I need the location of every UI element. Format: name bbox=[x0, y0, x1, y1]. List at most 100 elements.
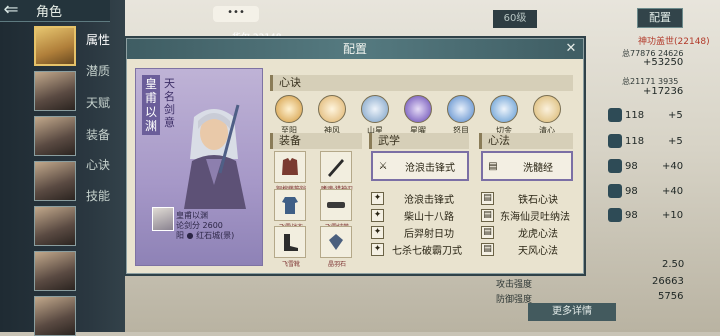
xinjue-slot[interactable]: 清心 bbox=[532, 95, 562, 136]
gem-icon bbox=[329, 234, 343, 250]
avatar-6[interactable] bbox=[34, 251, 76, 291]
xinjue-slot[interactable]: 怒目 bbox=[446, 95, 476, 136]
equip-slot[interactable]: 飞雪靴 bbox=[274, 226, 308, 268]
equip-label: 飞雪靴 bbox=[281, 261, 300, 268]
xinjue-slot[interactable]: 至阳 bbox=[274, 95, 304, 136]
attr-icon bbox=[608, 159, 622, 173]
sidebar-item-attributes[interactable]: 属性 bbox=[86, 31, 110, 48]
equip-slot[interactable]: 铜棉藤筋铠 bbox=[274, 151, 308, 193]
section-wuxue: 武学 bbox=[369, 133, 469, 149]
xinfa-item[interactable]: ▤ 铁石心诀 bbox=[481, 190, 558, 207]
xinfa-item-label: 天风心法 bbox=[518, 246, 558, 257]
attr-icon bbox=[608, 208, 622, 222]
wuxue-item[interactable]: ✦ 后羿射日功 bbox=[371, 224, 454, 241]
row-bonus: +40 bbox=[662, 161, 684, 172]
avatar-3[interactable] bbox=[34, 116, 76, 156]
wuxue-selected-label: 沧浪击锋式 bbox=[405, 162, 455, 174]
avatar-2[interactable] bbox=[34, 71, 76, 111]
defense-label: 防御强度 bbox=[496, 295, 533, 305]
manual-icon: ▤ bbox=[481, 243, 494, 256]
xinjue-slot[interactable]: 神风 bbox=[317, 95, 347, 136]
xinjue-slot[interactable]: 山星 bbox=[360, 95, 390, 136]
sidebar-item-equipment[interactable]: 装备 bbox=[86, 126, 110, 143]
modal-title-text: 配置 bbox=[342, 42, 367, 56]
scroll-icon: ▤ bbox=[488, 160, 498, 172]
section-xinfa: 心法 bbox=[479, 133, 573, 149]
row-value: 118 bbox=[625, 136, 645, 147]
martial-icon: ✦ bbox=[371, 209, 384, 222]
wuxue-selected[interactable]: ⚔ 沧浪击锋式 bbox=[371, 151, 469, 181]
wuxue-item[interactable]: ✦ 沧浪击锋式 bbox=[371, 190, 454, 207]
config-button[interactable]: 配置 bbox=[637, 8, 683, 28]
row-bonus: +5 bbox=[668, 110, 683, 121]
xinfa-selected-label: 洗髓经 bbox=[523, 162, 553, 174]
attack-value: 26663 bbox=[652, 276, 684, 287]
manual-icon: ▤ bbox=[481, 226, 494, 239]
row-value: 98 bbox=[625, 161, 638, 172]
belt-icon bbox=[327, 202, 345, 208]
armor-icon bbox=[282, 158, 298, 175]
wuxue-item[interactable]: ✦ 七杀七破霸刀式 bbox=[371, 241, 462, 258]
equip-slot[interactable]: 飞雪战衣 bbox=[274, 189, 308, 231]
stat2-value: +17236 bbox=[643, 86, 684, 97]
character-portrait bbox=[184, 104, 246, 209]
xinjue-slot[interactable]: 星曜 bbox=[403, 95, 433, 136]
mountain-icon bbox=[361, 95, 389, 123]
close-icon[interactable]: ✕ bbox=[562, 40, 580, 58]
xinfa-selected[interactable]: ▤ 洗髓经 bbox=[481, 151, 573, 181]
robe-icon bbox=[282, 197, 298, 214]
martial-icon: ✦ bbox=[371, 226, 384, 239]
attr-icon bbox=[608, 134, 622, 148]
avatar-4[interactable] bbox=[34, 161, 76, 201]
bottom-value: 2.50 bbox=[662, 259, 685, 270]
sidebar-item-skills[interactable]: 技能 bbox=[86, 187, 110, 204]
avatar-1[interactable] bbox=[34, 26, 76, 66]
xinjue-slot[interactable]: 切金 bbox=[489, 95, 519, 136]
xinfa-item[interactable]: ▤ 龙虎心法 bbox=[481, 224, 558, 241]
star-icon bbox=[404, 95, 432, 123]
xinfa-item[interactable]: ▤ 东海仙灵吐纳法 bbox=[481, 207, 570, 224]
top-bar: ⇐ 角色 bbox=[0, 0, 110, 22]
defense-value: 5756 bbox=[658, 291, 684, 302]
eye-icon bbox=[447, 95, 475, 123]
level-tag: 60级 bbox=[493, 10, 537, 28]
row-bonus: +10 bbox=[662, 210, 684, 221]
equip-slot[interactable]: 晶羽石 bbox=[320, 226, 354, 268]
xinfa-item-label: 铁石心诀 bbox=[518, 195, 558, 206]
boots-icon bbox=[284, 234, 298, 251]
row-value: 98 bbox=[625, 186, 638, 197]
row-bonus: +40 bbox=[662, 186, 684, 197]
wuxue-item-label: 柴山十八路 bbox=[404, 212, 454, 223]
manual-icon: ▤ bbox=[481, 192, 494, 205]
equip-label: 晶羽石 bbox=[327, 261, 346, 268]
fighter-icon: ⚔ bbox=[378, 160, 388, 172]
blade-icon bbox=[490, 95, 518, 123]
attr-icon bbox=[608, 184, 622, 198]
xinfa-item-label: 东海仙灵吐纳法 bbox=[500, 212, 570, 223]
right-note: 神功盖世(22148) bbox=[638, 37, 710, 47]
martial-icon: ✦ bbox=[371, 243, 384, 256]
equip-slot[interactable]: 嗜魂·猎神刃 bbox=[320, 151, 354, 193]
wuxue-item-label: 七杀七破霸刀式 bbox=[392, 246, 462, 257]
sidebar-item-potential[interactable]: 潜质 bbox=[86, 62, 110, 79]
character-card: 皇甫以渊 天名剑意 皇甫以渊 论剑分 2600 阳 ● 红石城(景) bbox=[135, 68, 263, 266]
wuxue-item[interactable]: ✦ 柴山十八路 bbox=[371, 207, 454, 224]
equip-slot[interactable]: 飞雪绒带 bbox=[320, 189, 354, 231]
avatar-7[interactable] bbox=[34, 296, 76, 336]
character-name: 皇甫以渊 bbox=[142, 75, 160, 135]
martial-icon: ✦ bbox=[371, 192, 384, 205]
xinfa-item-label: 龙虎心法 bbox=[518, 229, 558, 240]
mini-avatar bbox=[152, 207, 174, 231]
xinfa-item[interactable]: ▤ 天风心法 bbox=[481, 241, 558, 258]
attack-label: 攻击强度 bbox=[496, 280, 533, 290]
section-xinjue: 心诀 bbox=[270, 75, 573, 91]
config-modal: 配置 ✕ 皇甫以渊 天名剑意 皇甫以渊 论剑分 2600 阳 ● 红石城(景) … bbox=[126, 38, 584, 274]
wuxue-item-label: 后羿射日功 bbox=[404, 229, 454, 240]
chat-bubble[interactable]: ••• bbox=[213, 6, 259, 22]
more-details-button[interactable]: 更多详情 bbox=[528, 303, 616, 321]
page-title: 角色 bbox=[36, 5, 63, 20]
sidebar-item-talent[interactable]: 天赋 bbox=[86, 94, 110, 111]
back-button[interactable]: ⇐ bbox=[0, 0, 22, 22]
sidebar-item-xinjue[interactable]: 心诀 bbox=[86, 156, 110, 173]
avatar-5[interactable] bbox=[34, 206, 76, 246]
